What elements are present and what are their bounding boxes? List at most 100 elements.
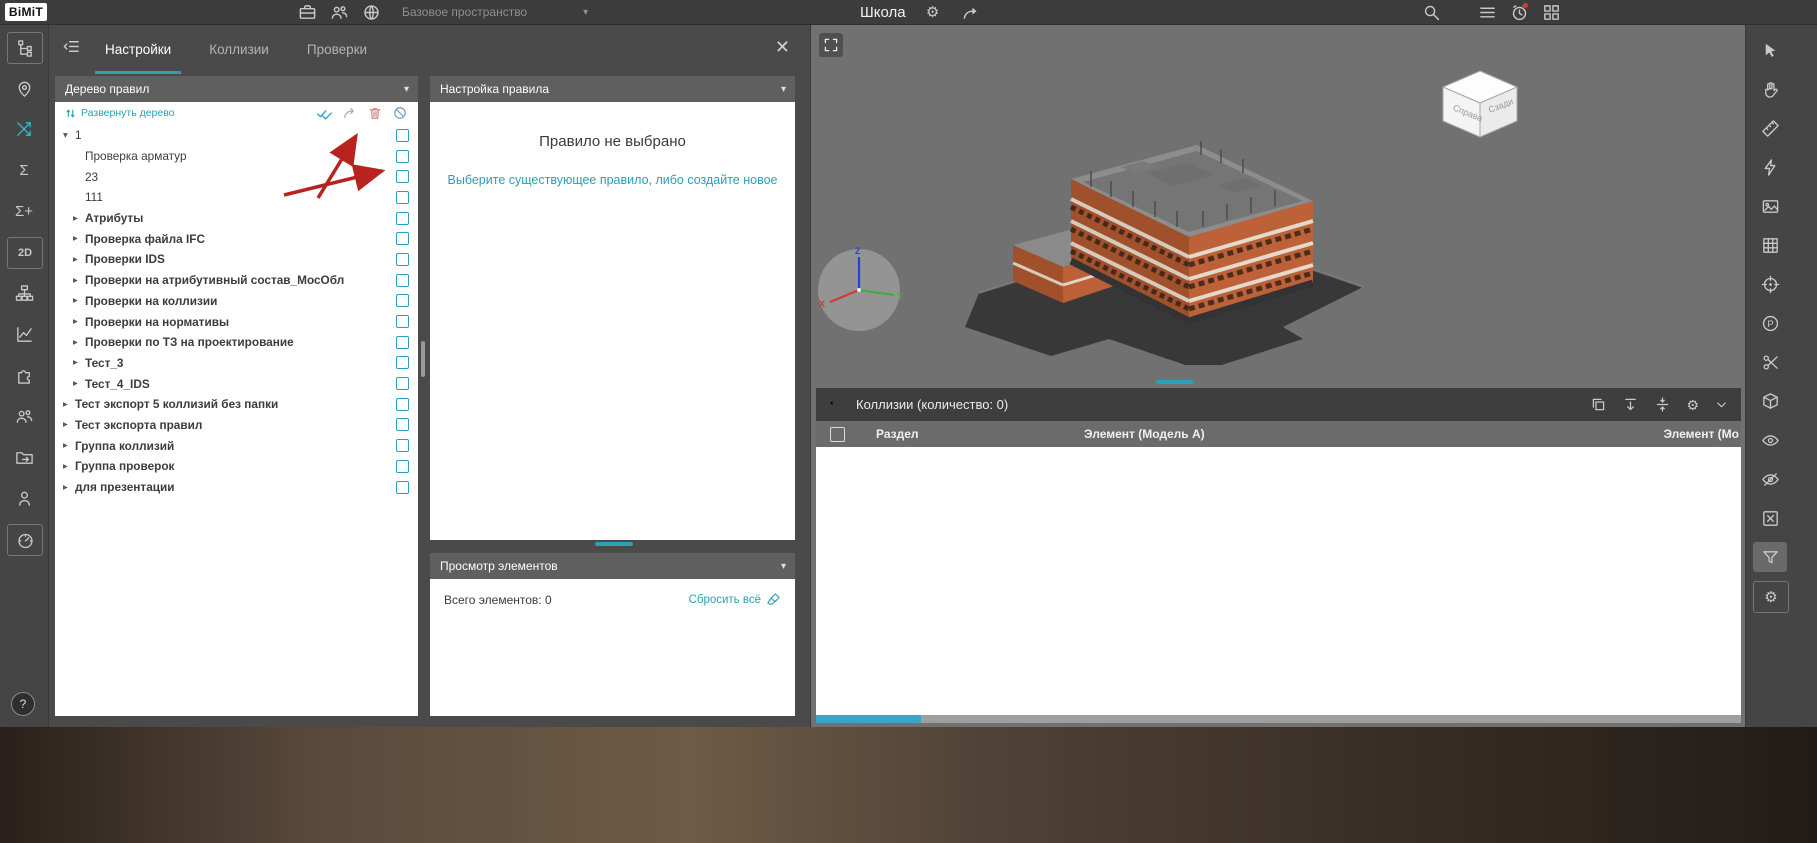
chevron-right-icon[interactable]: ▸ xyxy=(73,295,85,306)
globe-icon[interactable] xyxy=(360,1,382,23)
panel-menu-icon[interactable] xyxy=(828,394,846,415)
team-icon[interactable] xyxy=(328,1,350,23)
column-element-a[interactable]: Элемент (Модель A) xyxy=(1084,427,1205,441)
sum-sigma-icon[interactable]: Σ xyxy=(7,155,41,185)
notifications-clock-icon[interactable] xyxy=(1508,1,1530,23)
chevron-right-icon[interactable]: ▸ xyxy=(73,357,85,368)
tree-item-checkbox[interactable] xyxy=(396,170,409,183)
tree-item[interactable]: ▸Тест экспорта правил xyxy=(55,415,418,436)
placement-pin-icon[interactable] xyxy=(7,73,41,103)
select-all-checkbox[interactable] xyxy=(830,427,845,442)
tree-item[interactable]: ▸Тест экспорт 5 коллизий без папки xyxy=(55,394,418,415)
tab-settings[interactable]: Настройки xyxy=(95,24,181,74)
panel-splitter-handle[interactable] xyxy=(421,341,425,377)
scrollbar-thumb[interactable] xyxy=(816,715,921,723)
org-chart-icon[interactable] xyxy=(7,278,41,308)
tab-collisions[interactable]: Коллизии xyxy=(199,24,279,74)
viewport-3d[interactable]: Справа Сзади xyxy=(810,24,1746,727)
tree-item[interactable]: ▸Проверки на коллизии xyxy=(55,291,418,312)
tree-item-checkbox[interactable] xyxy=(396,336,409,349)
tree-item[interactable]: ▸Проверки по ТЗ на проектирование xyxy=(55,332,418,353)
tree-item-checkbox[interactable] xyxy=(396,212,409,225)
tree-item[interactable]: ▸Проверки на нормативы xyxy=(55,311,418,332)
tree-item[interactable]: ▸Группа проверок xyxy=(55,456,418,477)
horizontal-scrollbar[interactable] xyxy=(816,715,1741,723)
rules-tree-panel-header[interactable]: Дерево правил ▾ xyxy=(55,76,418,102)
grid-table-icon[interactable] xyxy=(1753,230,1787,260)
plugin-puzzle-icon[interactable] xyxy=(7,360,41,390)
chevron-right-icon[interactable]: ▸ xyxy=(73,337,85,348)
line-chart-icon[interactable] xyxy=(7,319,41,349)
tree-item[interactable]: ▾1 xyxy=(55,125,418,146)
reset-all-link[interactable]: Сбросить всё xyxy=(689,592,781,607)
hide-eye-icon[interactable] xyxy=(1753,464,1787,494)
rule-settings-panel-header[interactable]: Настройка правила ▾ xyxy=(430,76,795,102)
settings-gear-icon[interactable]: ⚙ xyxy=(922,1,944,23)
tree-item[interactable]: ▸для презентации xyxy=(55,477,418,498)
tree-item-checkbox[interactable] xyxy=(396,315,409,328)
users-icon[interactable] xyxy=(7,401,41,431)
clash-detection-icon[interactable] xyxy=(7,114,41,144)
target-icon[interactable] xyxy=(1753,269,1787,299)
tree-item-checkbox[interactable] xyxy=(396,150,409,163)
close-icon[interactable]: ✕ xyxy=(775,38,790,56)
chevron-right-icon[interactable]: ▸ xyxy=(73,213,85,224)
cube-box-icon[interactable] xyxy=(1753,386,1787,416)
sum-sigma-plus-icon[interactable]: Σ+ xyxy=(7,196,41,226)
quick-measure-lightning-icon[interactable] xyxy=(1753,152,1787,182)
briefcase-icon[interactable] xyxy=(296,1,318,23)
tree-item-checkbox[interactable] xyxy=(396,418,409,431)
tree-item[interactable]: ▸Проверки IDS xyxy=(55,249,418,270)
fit-center-icon[interactable] xyxy=(1654,396,1671,413)
screenshot-image-icon[interactable] xyxy=(1753,191,1787,221)
chevron-right-icon[interactable]: ▸ xyxy=(73,316,85,327)
expand-tree-link[interactable]: Развернуть дерево xyxy=(65,107,316,119)
tree-item[interactable]: ▸Тест_4_IDS xyxy=(55,373,418,394)
panel-menu-icon[interactable] xyxy=(62,37,81,61)
parking-plan-icon[interactable]: P xyxy=(1753,308,1787,338)
tab-checks[interactable]: Проверки xyxy=(297,24,377,74)
tree-item-checkbox[interactable] xyxy=(396,460,409,473)
chevron-right-icon[interactable]: ▸ xyxy=(73,275,85,286)
tree-item[interactable]: ▸Атрибуты xyxy=(55,208,418,229)
copy-icon[interactable] xyxy=(1590,396,1607,413)
tree-item[interactable]: 23 xyxy=(55,166,418,187)
chevron-down-icon[interactable] xyxy=(1714,397,1729,412)
workspace-selector[interactable]: Базовое пространство ▾ xyxy=(402,5,588,19)
tree-item-checkbox[interactable] xyxy=(396,232,409,245)
apps-grid-icon[interactable] xyxy=(1540,1,1562,23)
view-cube[interactable]: Справа Сзади xyxy=(1438,66,1522,140)
tree-item-checkbox[interactable] xyxy=(396,129,409,142)
tree-item-checkbox[interactable] xyxy=(396,398,409,411)
tree-item[interactable]: ▸Группа коллизий xyxy=(55,435,418,456)
chevron-right-icon[interactable]: ▸ xyxy=(63,419,75,430)
tree-item-checkbox[interactable] xyxy=(396,356,409,369)
tree-item[interactable]: 111 xyxy=(55,187,418,208)
chevron-right-icon[interactable]: ▸ xyxy=(63,461,75,472)
trash-icon[interactable] xyxy=(367,105,383,121)
export-down-icon[interactable] xyxy=(1622,396,1639,413)
tree-item[interactable]: ▸Проверка файла IFC xyxy=(55,228,418,249)
chevron-right-icon[interactable]: ▸ xyxy=(63,399,75,410)
filter-icon[interactable] xyxy=(1753,542,1787,572)
redo-icon[interactable] xyxy=(342,105,358,121)
select-rule-hint[interactable]: Выберите существующее правило, либо созд… xyxy=(430,173,795,187)
settings-gear-icon[interactable]: ⚙ xyxy=(1753,581,1789,613)
user-location-icon[interactable] xyxy=(7,483,41,513)
panel-resize-handle[interactable] xyxy=(595,542,633,546)
tree-item-checkbox[interactable] xyxy=(396,191,409,204)
chevron-right-icon[interactable]: ▸ xyxy=(73,254,85,265)
tree-item-checkbox[interactable] xyxy=(396,274,409,287)
2d-view-icon[interactable]: 2D xyxy=(7,237,43,269)
axis-gizmo[interactable]: Z X Y xyxy=(814,245,904,335)
search-icon[interactable] xyxy=(1420,1,1442,23)
tree-item-checkbox[interactable] xyxy=(396,377,409,390)
column-element-b[interactable]: Элемент (Мо xyxy=(1663,427,1739,441)
tree-item[interactable]: ▸Тест_3 xyxy=(55,353,418,374)
show-eye-icon[interactable] xyxy=(1753,425,1787,455)
elements-panel-header[interactable]: Просмотр элементов ▾ xyxy=(430,553,795,579)
tree-item-checkbox[interactable] xyxy=(396,439,409,452)
chevron-right-icon[interactable]: ▸ xyxy=(63,482,75,493)
collisions-resize-handle[interactable] xyxy=(1156,380,1194,384)
folder-export-icon[interactable] xyxy=(7,442,41,472)
